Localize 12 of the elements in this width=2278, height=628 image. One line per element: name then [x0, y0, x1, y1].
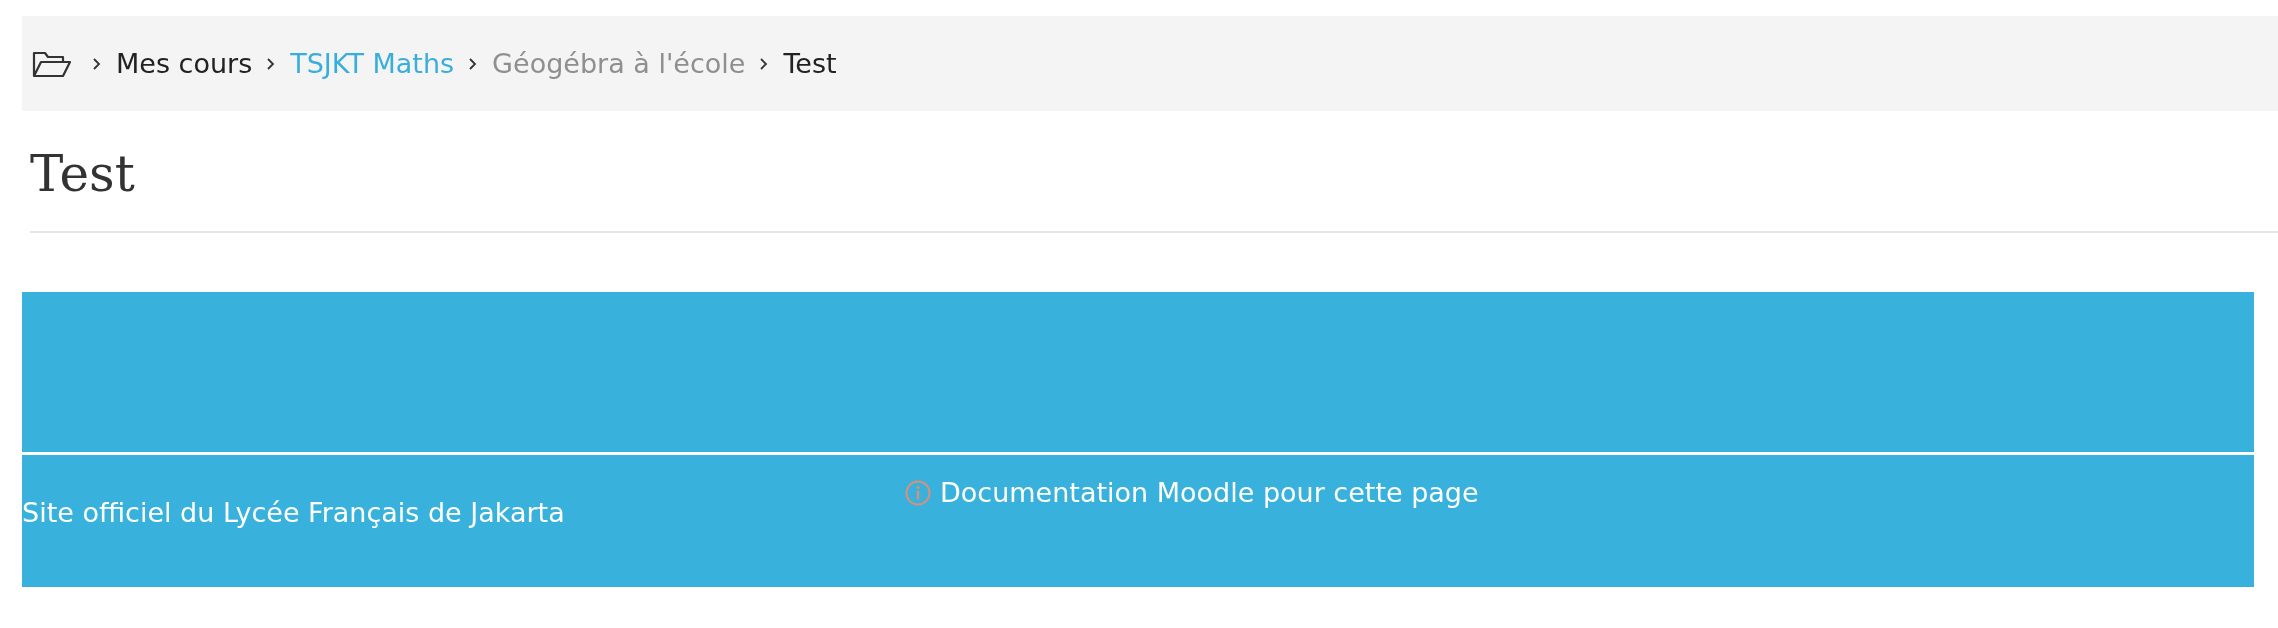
- chevron-icon: [468, 56, 479, 71]
- info-icon: [904, 478, 932, 507]
- chevron-icon: [92, 56, 102, 71]
- chevron-icon: [266, 56, 277, 71]
- site-text: Site officiel du Lycée Français de Jakarta: [22, 497, 565, 528]
- breadcrumb-link[interactable]: TSJKT Maths: [290, 48, 455, 79]
- breadcrumb-item: Géogébra à l'école: [492, 48, 746, 79]
- chevron-icon: [759, 56, 770, 71]
- documentation-link[interactable]: Documentation Moodle pour cette page: [940, 477, 1479, 508]
- breadcrumb-item: Mes cours: [116, 48, 253, 79]
- breadcrumb-item: Test: [783, 48, 837, 79]
- page-title: Test: [30, 145, 136, 205]
